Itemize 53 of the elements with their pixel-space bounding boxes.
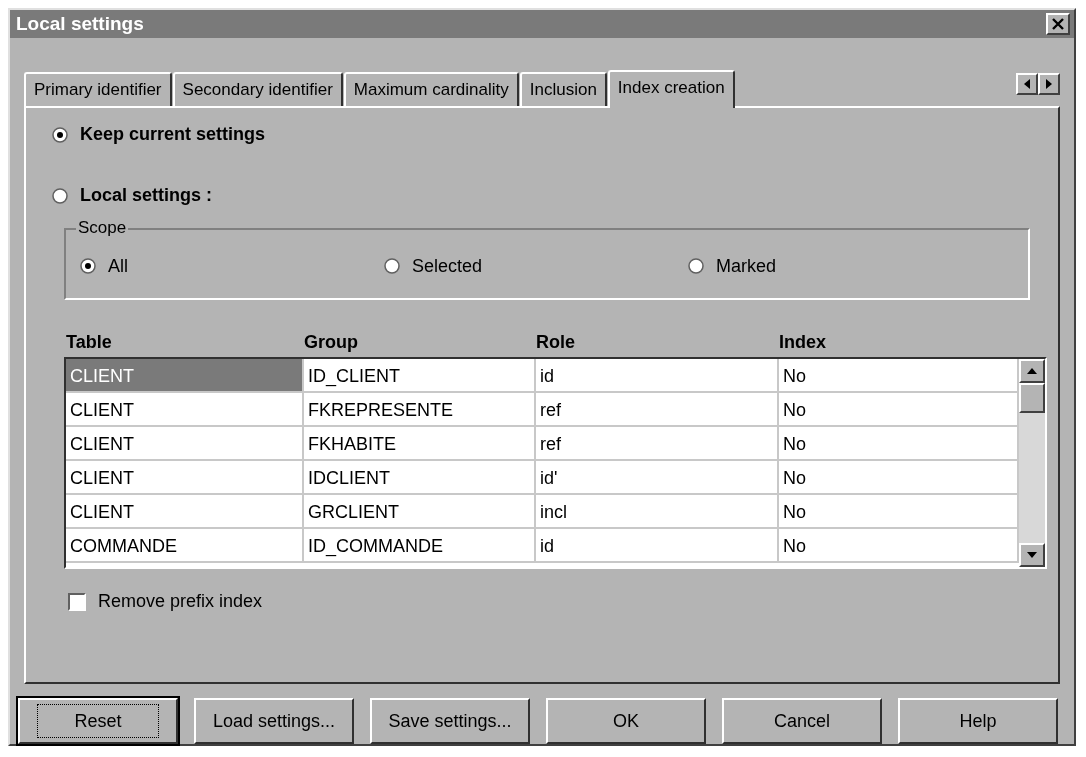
scroll-up-button[interactable] [1019,359,1045,383]
table-cell[interactable]: CLIENT [66,359,304,393]
radio-button[interactable]: Local settings : [52,185,213,206]
down-triangle-icon [1027,552,1037,558]
table-cell[interactable]: id' [536,461,779,495]
left-triangle-icon [1024,79,1030,89]
right-triangle-icon [1046,79,1052,89]
tab[interactable]: Secondary identifier [172,72,343,106]
table-cell[interactable]: CLIENT [66,495,304,529]
table-cell[interactable]: incl [536,495,779,529]
table-cell[interactable]: id [536,529,779,563]
column-header: Role [535,332,576,353]
table-cell[interactable]: ref [536,427,779,461]
radio-button[interactable]: Selected [384,255,483,277]
table-cell[interactable]: FKREPRESENTE [304,393,536,427]
table-cell[interactable]: COMMANDE [66,529,304,563]
table-cell[interactable]: ID_COMMANDE [304,529,536,563]
dialog-button[interactable]: Cancel [722,698,882,744]
table-cell[interactable]: IDCLIENT [304,461,536,495]
radio-button[interactable]: Marked [688,255,777,277]
close-button[interactable] [1046,13,1070,35]
table-cell[interactable]: CLIENT [66,427,304,461]
table-cell[interactable]: GRCLIENT [304,495,536,529]
tab[interactable]: Maximum cardinality [343,72,519,106]
group-title: Scope [76,218,129,238]
tab[interactable]: Inclusion [519,72,607,106]
scroll-right-button[interactable] [1038,73,1060,95]
dialog-button[interactable]: Load settings... [194,698,354,744]
tab[interactable]: Primary identifier [24,72,172,106]
scroll-left-button[interactable] [1016,73,1038,95]
column-header: Group [303,332,359,353]
table-cell[interactable]: ID_CLIENT [304,359,536,393]
dialog-button[interactable]: OK [546,698,706,744]
radio-button[interactable]: Keep current settings [52,124,266,145]
column-header: Table [65,332,113,353]
table-cell[interactable]: ref [536,393,779,427]
close-icon [1051,18,1065,30]
dialog-button[interactable]: Reset [18,698,178,744]
checkbox[interactable]: Remove prefix index [68,591,1030,612]
column-header: Index [778,332,827,353]
table-cell[interactable]: FKHABITE [304,427,536,461]
window-title: Local settings [16,13,144,35]
radio-button[interactable]: All [80,255,128,277]
dialog-button[interactable]: Save settings... [370,698,530,744]
scroll-down-button[interactable] [1019,543,1045,567]
scroll-thumb[interactable] [1019,383,1045,413]
up-triangle-icon [1027,368,1037,374]
scrollbar[interactable] [1019,359,1045,567]
tab[interactable]: Index creation [607,70,735,108]
table-cell[interactable]: CLIENT [66,461,304,495]
table-cell[interactable]: id [536,359,779,393]
dialog-button[interactable]: Help [898,698,1058,744]
table-cell[interactable]: CLIENT [66,393,304,427]
